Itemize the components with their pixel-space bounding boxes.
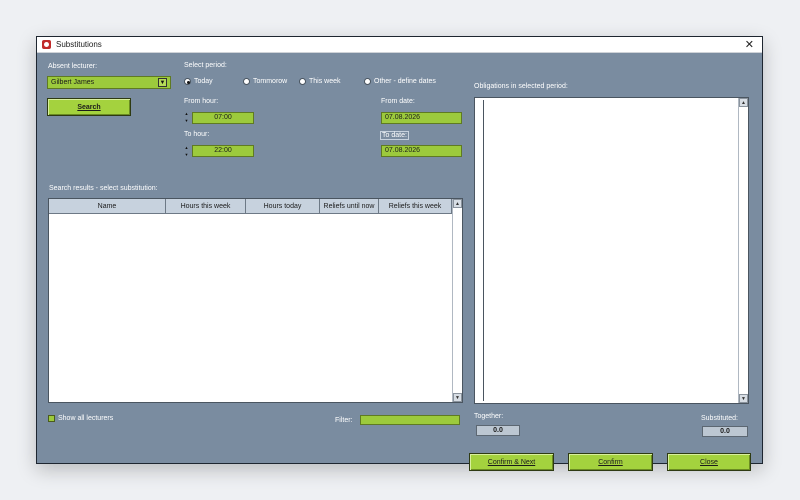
radio-this-week-label: This week bbox=[309, 78, 341, 85]
to-hour-spinner[interactable]: ▲ ▼ bbox=[184, 145, 189, 157]
confirm-button[interactable]: Confirm bbox=[568, 453, 653, 471]
radio-dot-icon[interactable] bbox=[184, 78, 191, 85]
close-button[interactable]: Close bbox=[667, 453, 751, 471]
scroll-down-arrow-icon[interactable]: ▼ bbox=[453, 393, 462, 402]
to-hour-label: To hour: bbox=[184, 131, 210, 138]
checkbox-icon[interactable] bbox=[48, 415, 55, 422]
to-hour-input[interactable]: 22:00 bbox=[192, 145, 254, 157]
from-hour-input[interactable]: 07:00 bbox=[192, 112, 254, 124]
confirm-next-button-label: Confirm & Next bbox=[487, 458, 536, 466]
together-label: Together: bbox=[474, 413, 504, 420]
filter-label: Filter: bbox=[335, 417, 353, 424]
show-all-lecturers-label: Show all lecturers bbox=[58, 415, 114, 422]
radio-this-week[interactable]: This week bbox=[299, 78, 341, 85]
obligations-scrollbar[interactable]: ▲ ▼ bbox=[738, 98, 748, 403]
filter-input[interactable] bbox=[360, 415, 460, 425]
spin-down-icon[interactable]: ▼ bbox=[185, 152, 189, 157]
obligations-label: Obligations in selected period: bbox=[474, 83, 568, 90]
absent-lecturer-dropdown[interactable]: Gilbert James ▼ bbox=[47, 76, 171, 89]
dialog-content: Absent lecturer: Gilbert James ▼ Search … bbox=[37, 53, 762, 471]
obligations-divider bbox=[483, 100, 484, 401]
title-bar: Substitutions ✕ bbox=[37, 37, 762, 53]
absent-lecturer-label: Absent lecturer: bbox=[48, 63, 98, 70]
radio-dot-icon[interactable] bbox=[364, 78, 371, 85]
close-button-label: Close bbox=[700, 458, 718, 466]
substituted-value: 0.0 bbox=[702, 426, 748, 437]
substituted-label: Substituted: bbox=[701, 415, 738, 422]
spin-down-icon[interactable]: ▼ bbox=[185, 118, 189, 123]
show-all-lecturers-checkbox[interactable]: Show all lecturers bbox=[48, 415, 113, 422]
substitutions-window: Substitutions ✕ Absent lecturer: Gilbert… bbox=[36, 36, 763, 471]
radio-dot-icon[interactable] bbox=[299, 78, 306, 85]
radio-other-dates-label: Other - define dates bbox=[374, 78, 436, 85]
radio-tomorrow[interactable]: Tommorow bbox=[243, 78, 287, 85]
from-hour-spinner[interactable]: ▲ ▼ bbox=[184, 111, 189, 123]
window-title: Substitutions bbox=[56, 40, 102, 49]
confirm-button-label: Confirm bbox=[598, 458, 623, 466]
to-date-label: To date: bbox=[380, 131, 409, 140]
from-date-label: From date: bbox=[381, 98, 415, 105]
select-period-label: Select period: bbox=[184, 62, 227, 69]
column-header-reliefs-week[interactable]: Reliefs this week bbox=[379, 199, 452, 214]
scroll-up-arrow-icon[interactable]: ▲ bbox=[453, 199, 462, 208]
column-header-hours-week[interactable]: Hours this week bbox=[166, 199, 246, 214]
from-date-input[interactable]: 07.08.2026 bbox=[381, 112, 462, 124]
close-window-icon[interactable]: ✕ bbox=[745, 38, 754, 51]
scroll-up-arrow-icon[interactable]: ▲ bbox=[739, 98, 748, 107]
spin-up-icon[interactable]: ▲ bbox=[185, 145, 189, 150]
search-button[interactable]: Search bbox=[47, 98, 131, 116]
together-value: 0.0 bbox=[476, 425, 520, 436]
radio-tomorrow-label: Tommorow bbox=[253, 78, 288, 85]
column-header-hours-today[interactable]: Hours today bbox=[246, 199, 320, 214]
radio-dot-icon[interactable] bbox=[243, 78, 250, 85]
absent-lecturer-value: Gilbert James bbox=[51, 79, 95, 86]
column-header-reliefs-until-now[interactable]: Reliefs until now bbox=[320, 199, 379, 214]
obligations-list[interactable]: ▲ ▼ bbox=[474, 97, 749, 404]
to-date-input[interactable]: 07.08.2026 bbox=[381, 145, 462, 157]
chevron-down-icon[interactable]: ▼ bbox=[158, 78, 167, 87]
confirm-next-button[interactable]: Confirm & Next bbox=[469, 453, 554, 471]
app-icon bbox=[42, 40, 51, 49]
radio-today-label: Today bbox=[194, 78, 213, 85]
spin-up-icon[interactable]: ▲ bbox=[185, 111, 189, 116]
search-results-label: Search results - select substitution: bbox=[49, 185, 158, 192]
search-button-label: Search bbox=[77, 103, 101, 111]
from-hour-label: From hour: bbox=[184, 98, 219, 105]
results-scrollbar[interactable]: ▲ ▼ bbox=[452, 199, 462, 402]
column-header-name[interactable]: Name bbox=[49, 199, 166, 214]
results-table[interactable]: Name Hours this week Hours today Reliefs… bbox=[48, 198, 463, 403]
scroll-down-arrow-icon[interactable]: ▼ bbox=[739, 394, 748, 403]
radio-other-dates[interactable]: Other - define dates bbox=[364, 78, 436, 85]
radio-today[interactable]: Today bbox=[184, 78, 213, 85]
results-table-header: Name Hours this week Hours today Reliefs… bbox=[49, 199, 452, 214]
